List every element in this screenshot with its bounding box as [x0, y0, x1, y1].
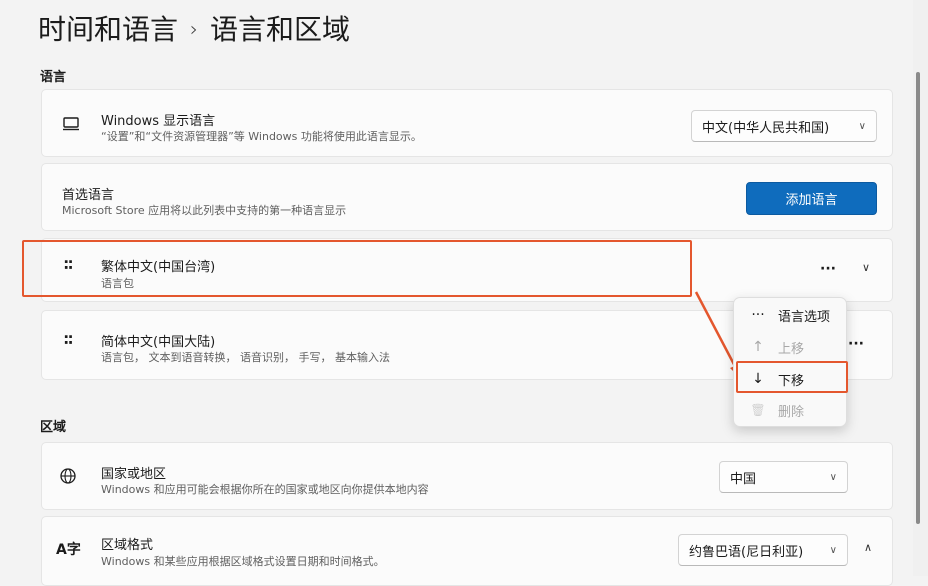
regional-format-title: 区域格式 — [101, 538, 154, 553]
page-title: 语言和区域 — [210, 13, 351, 46]
display-language-value: 中文(中华人民共和国) — [702, 120, 830, 136]
preferred-languages-title: 首选语言 — [62, 188, 115, 203]
display-language-card: Windows 显示语言 “设置”和“文件资源管理器”等 Windows 功能将… — [41, 89, 893, 157]
breadcrumb-parent[interactable]: 时间和语言 — [38, 13, 178, 46]
preferred-languages-card: 首选语言 Microsoft Store 应用将以此列表中支持的第一种语言显示 … — [41, 163, 893, 231]
globe-icon — [59, 467, 77, 489]
arrow-up-icon: ↑ — [752, 339, 764, 355]
breadcrumb-separator: › — [190, 17, 199, 41]
drag-handle-icon[interactable]: ∶∶ — [64, 333, 74, 348]
country-region-dropdown[interactable]: 中国 ∨ — [719, 461, 848, 493]
chevron-down-icon: ∨ — [829, 471, 837, 483]
language-title: 简体中文(中国大陆) — [101, 335, 216, 350]
section-language-heading: 语言 — [40, 70, 67, 85]
menu-item-language-options[interactable]: ··· 语言选项 — [734, 300, 846, 330]
regional-format-value: 约鲁巴语(尼日利亚) — [689, 544, 804, 560]
highlight-box — [22, 240, 692, 297]
display-language-dropdown[interactable]: 中文(中华人民共和国) ∨ — [691, 110, 877, 142]
country-region-card: 国家或地区 Windows 和应用可能会根据你所在的国家或地区向你提供本地内容 … — [41, 442, 893, 510]
country-region-value: 中国 — [730, 471, 757, 487]
chevron-down-icon: ∨ — [829, 544, 837, 556]
scrollbar-thumb[interactable] — [916, 72, 920, 524]
breadcrumb: 时间和语言 › 语言和区域 — [38, 8, 350, 48]
regional-format-subtitle: Windows 和某些应用根据区域格式设置日期和时间格式。 — [101, 555, 385, 568]
more-options-icon[interactable]: ··· — [820, 261, 836, 277]
chevron-down-icon[interactable]: ∨ — [862, 261, 870, 274]
display-language-subtitle: “设置”和“文件资源管理器”等 Windows 功能将使用此语言显示。 — [101, 130, 422, 143]
country-region-subtitle: Windows 和应用可能会根据你所在的国家或地区向你提供本地内容 — [101, 483, 429, 496]
language-subtitle: 语言包， 文本到语音转换， 语音识别， 手写， 基本输入法 — [101, 351, 390, 364]
chevron-up-icon[interactable]: ∧ — [864, 541, 872, 554]
preferred-languages-subtitle: Microsoft Store 应用将以此列表中支持的第一种语言显示 — [62, 204, 347, 217]
regional-format-dropdown[interactable]: 约鲁巴语(尼日利亚) ∨ — [678, 534, 848, 566]
more-options-icon[interactable]: ··· — [848, 336, 864, 352]
display-language-title: Windows 显示语言 — [101, 114, 216, 129]
menu-item-remove: 🗑 删除 — [734, 395, 846, 425]
monitor-icon — [62, 116, 80, 135]
highlight-box — [736, 361, 848, 393]
chevron-down-icon: ∨ — [858, 120, 866, 132]
trash-icon: 🗑 — [750, 403, 766, 417]
more-options-icon: ··· — [751, 307, 765, 323]
regional-format-icon: A字 — [56, 542, 81, 558]
menu-item-move-up: ↑ 上移 — [734, 332, 846, 362]
add-language-button[interactable]: 添加语言 — [746, 182, 877, 215]
section-region-heading: 区域 — [40, 420, 67, 435]
country-region-title: 国家或地区 — [101, 467, 167, 482]
